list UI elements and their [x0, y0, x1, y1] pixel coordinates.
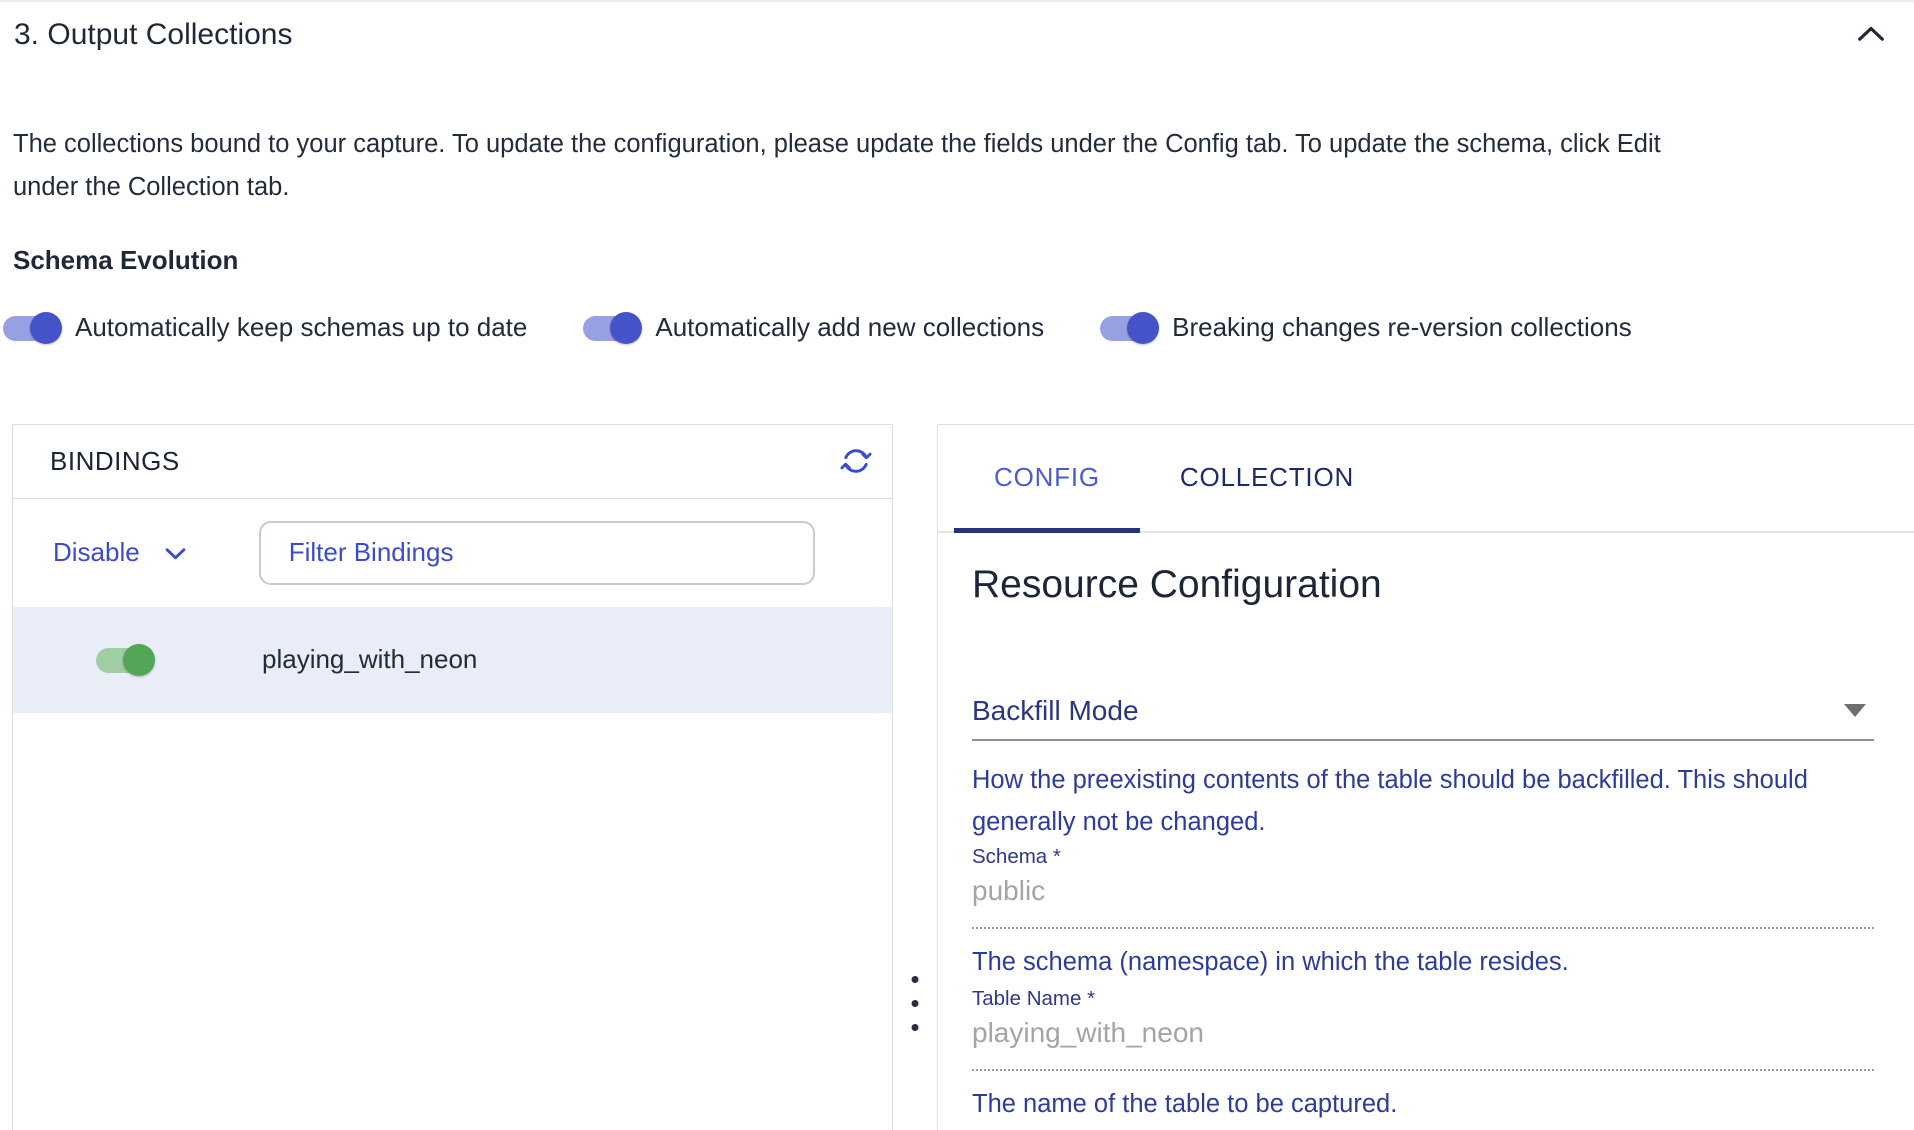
resource-configuration-heading: Resource Configuration	[972, 563, 1874, 607]
backfill-mode-label: Backfill Mode	[972, 695, 1139, 727]
schema-field-label: Schema *	[972, 845, 1874, 869]
schema-evolution-toggles: Automatically keep schemas up to date Au…	[3, 312, 1914, 344]
refresh-icon	[838, 467, 874, 482]
toggle-label: Automatically keep schemas up to date	[75, 312, 527, 343]
collapse-section-button[interactable]	[1854, 18, 1888, 52]
binding-enabled-switch[interactable]	[96, 644, 152, 676]
filter-bindings-input[interactable]	[259, 521, 815, 585]
binding-detail-panel: CONFIG COLLECTION Resource Configuration…	[937, 424, 1914, 1130]
toggle-breaking-changes: Breaking changes re-version collections	[1100, 312, 1632, 344]
toggle-add-collections: Automatically add new collections	[583, 312, 1044, 344]
section-header: 3. Output Collections	[0, 2, 1914, 53]
bindings-title: BINDINGS	[50, 446, 180, 477]
backfill-mode-description: How the preexisting contents of the tabl…	[972, 759, 1874, 843]
panel-resize-handle[interactable]	[893, 424, 937, 1130]
bindings-panel: BINDINGS Disable	[12, 424, 893, 1130]
binding-row[interactable]: playing_with_neon	[13, 607, 892, 713]
chevron-up-icon	[1856, 31, 1886, 46]
table-name-input	[972, 1017, 1874, 1071]
section-description: The collections bound to your capture. T…	[13, 123, 1733, 209]
refresh-bindings-button[interactable]	[838, 443, 874, 479]
tab-collection[interactable]: COLLECTION	[1140, 425, 1394, 531]
dropdown-arrow-icon	[1844, 704, 1866, 717]
disable-button-label: Disable	[53, 537, 140, 568]
table-name-field-description: The name of the table to be captured.	[972, 1083, 1874, 1125]
schema-evolution-heading: Schema Evolution	[13, 245, 1914, 276]
toggle-label: Automatically add new collections	[655, 312, 1044, 343]
breaking-changes-switch[interactable]	[1100, 312, 1156, 344]
drag-dots-icon	[912, 976, 919, 1031]
schema-field-description: The schema (namespace) in which the tabl…	[972, 941, 1874, 983]
bindings-panel-header: BINDINGS	[13, 425, 892, 499]
bindings-controls: Disable	[13, 499, 892, 607]
disable-dropdown-button[interactable]: Disable	[53, 537, 187, 568]
keep-schemas-switch[interactable]	[3, 312, 59, 344]
backfill-mode-select[interactable]: Backfill Mode	[972, 695, 1874, 741]
resource-configuration-form: Resource Configuration Backfill Mode How…	[938, 563, 1914, 1125]
section-title: 3. Output Collections	[14, 18, 292, 53]
add-collections-switch[interactable]	[583, 312, 639, 344]
bindings-editor: BINDINGS Disable	[0, 424, 1914, 1130]
tab-config[interactable]: CONFIG	[954, 425, 1140, 531]
detail-tabs: CONFIG COLLECTION	[938, 425, 1914, 533]
binding-name: playing_with_neon	[262, 644, 477, 675]
schema-input	[972, 875, 1874, 929]
chevron-down-icon	[164, 537, 187, 568]
toggle-keep-schemas: Automatically keep schemas up to date	[3, 312, 527, 344]
output-collections-section: 3. Output Collections The collections bo…	[0, 0, 1914, 1128]
toggle-label: Breaking changes re-version collections	[1172, 312, 1632, 343]
table-name-field-label: Table Name *	[972, 987, 1874, 1011]
